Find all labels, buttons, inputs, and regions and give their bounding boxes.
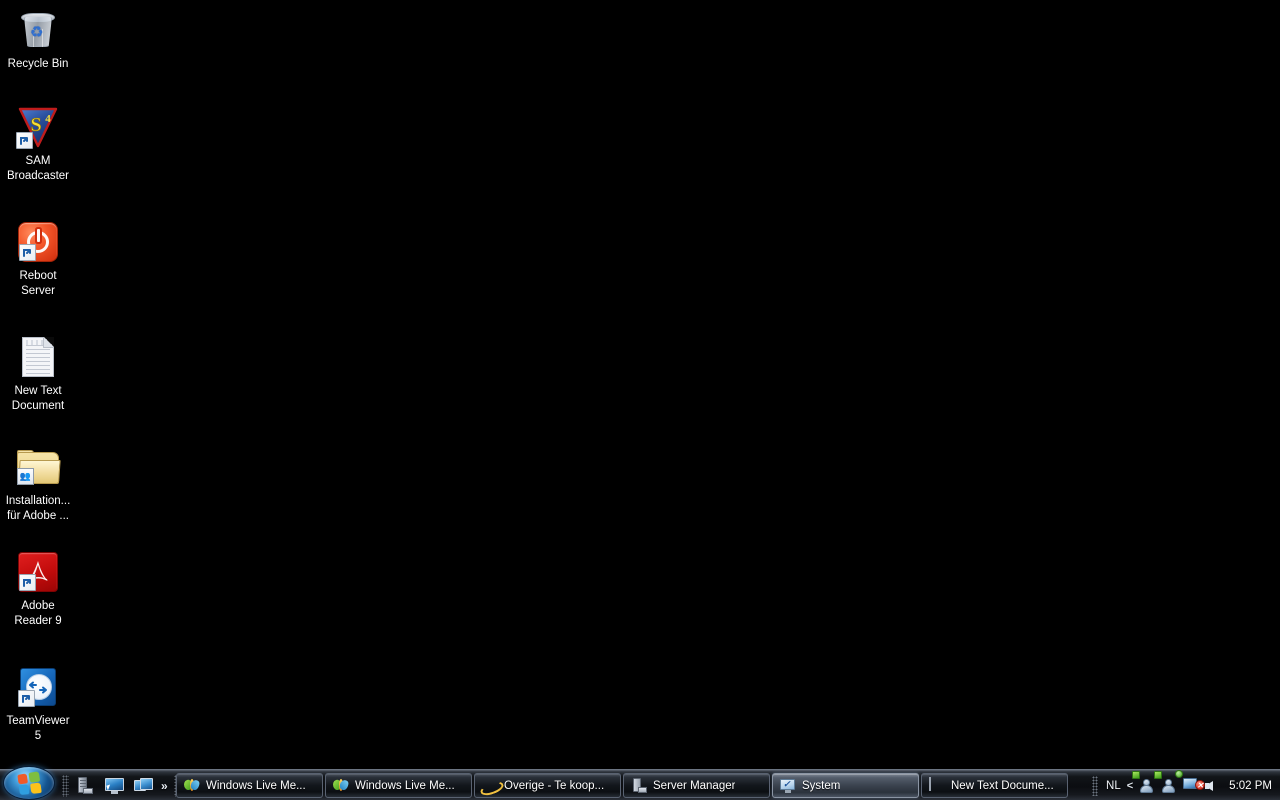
notepad-icon: [929, 776, 945, 794]
shortcut-arrow-icon: [19, 574, 36, 591]
taskbar-window-buttons: Windows Live Me... Windows Live Me... Ov…: [176, 773, 1068, 798]
taskbar-button-windows-live-messenger-1[interactable]: Windows Live Me...: [176, 773, 323, 798]
quick-launch-gripper[interactable]: [62, 774, 69, 797]
text-document-icon: [14, 333, 62, 381]
system-tray[interactable]: NL < ✕ 5:02 PM: [1092, 769, 1280, 800]
desktop-icon-teamviewer[interactable]: TeamViewer 5: [0, 663, 76, 744]
taskbar[interactable]: » Windows Live Me... Windows Live Me...: [0, 766, 1280, 800]
start-button[interactable]: [3, 766, 55, 800]
shortcut-arrow-icon: [19, 244, 36, 261]
taskbar-button-label: New Text Docume...: [951, 779, 1054, 792]
taskbar-button-server-manager[interactable]: Server Manager: [623, 773, 770, 798]
server-manager-icon: [631, 777, 647, 794]
taskbar-button-label: Windows Live Me...: [206, 779, 306, 792]
desktop-icon-reboot-server[interactable]: Reboot Server: [0, 218, 76, 299]
desktop-icon-new-text-document[interactable]: New Text Document: [0, 333, 76, 414]
taskbar-button-label: Windows Live Me...: [355, 779, 455, 792]
switch-windows-icon: [133, 777, 153, 794]
sam-broadcaster-icon: S 4: [14, 103, 62, 151]
tray-gripper[interactable]: [1092, 775, 1099, 796]
taskbar-button-internet-explorer[interactable]: Overige - Te koop...: [474, 773, 621, 798]
desktop-icon-label: Installation... für Adobe ...: [5, 495, 71, 522]
internet-explorer-icon: [482, 778, 498, 794]
desktop-icon-label: Recycle Bin: [7, 58, 69, 70]
svg-text:4: 4: [45, 113, 51, 125]
desktop[interactable]: ♻ Recycle Bin S 4 SAM Broadcaster Reboot…: [0, 0, 1280, 800]
taskbar-button-system[interactable]: ✓ System: [772, 773, 919, 798]
teamviewer-icon: [14, 663, 62, 711]
shared-folder-icon: 👥: [14, 443, 62, 491]
shortcut-arrow-icon: [16, 132, 33, 149]
windows-logo-icon: [17, 770, 42, 795]
quick-launch-show-desktop[interactable]: [101, 774, 127, 798]
quick-launch-switch-windows[interactable]: [130, 774, 156, 798]
taskbar-button-label: System: [802, 779, 841, 792]
messenger-icon: [331, 778, 350, 794]
server-icon: [76, 776, 94, 795]
taskbar-clock[interactable]: 5:02 PM: [1229, 780, 1272, 792]
quick-launch-bar[interactable]: »: [62, 770, 181, 800]
messenger-contact-icon-1[interactable]: [1132, 770, 1155, 794]
language-indicator[interactable]: NL: [1106, 780, 1121, 792]
quick-launch-server-manager[interactable]: [72, 774, 98, 798]
shortcut-arrow-icon: [18, 690, 35, 707]
tray-expand-chevron-icon[interactable]: <: [1127, 780, 1133, 792]
taskbar-button-label: Server Manager: [653, 779, 736, 792]
taskbar-button-windows-live-messenger-2[interactable]: Windows Live Me...: [325, 773, 472, 798]
volume-muted-icon[interactable]: ✕: [1195, 778, 1221, 794]
reboot-server-icon: [14, 218, 62, 266]
desktop-icon-adobe-reader[interactable]: Adobe Reader 9: [0, 548, 76, 629]
desktop-icon-label: TeamViewer 5: [6, 715, 70, 742]
messenger-icon: [182, 778, 201, 794]
system-icon: ✓: [780, 778, 796, 794]
taskbar-button-new-text-document[interactable]: New Text Docume...: [921, 773, 1068, 798]
shared-users-badge-icon: 👥: [17, 468, 34, 485]
desktop-icon-installation-folder[interactable]: 👥 Installation... für Adobe ...: [0, 443, 76, 524]
desktop-icon-label: New Text Document: [11, 385, 65, 412]
adobe-reader-icon: [14, 548, 62, 596]
show-desktop-icon: [104, 777, 124, 794]
recycle-bin-icon: ♻: [14, 6, 62, 54]
messenger-contact-icon-2[interactable]: [1154, 770, 1177, 794]
desktop-icon-sam-broadcaster[interactable]: S 4 SAM Broadcaster: [0, 103, 76, 184]
desktop-icon-label: Reboot Server: [19, 270, 57, 297]
desktop-icon-label: Adobe Reader 9: [14, 600, 62, 627]
desktop-icon-label: SAM Broadcaster: [6, 155, 69, 182]
desktop-icon-recycle-bin[interactable]: ♻ Recycle Bin: [0, 6, 76, 72]
quick-launch-overflow-chevron-icon[interactable]: »: [159, 779, 169, 793]
taskbar-button-label: Overige - Te koop...: [504, 779, 605, 792]
